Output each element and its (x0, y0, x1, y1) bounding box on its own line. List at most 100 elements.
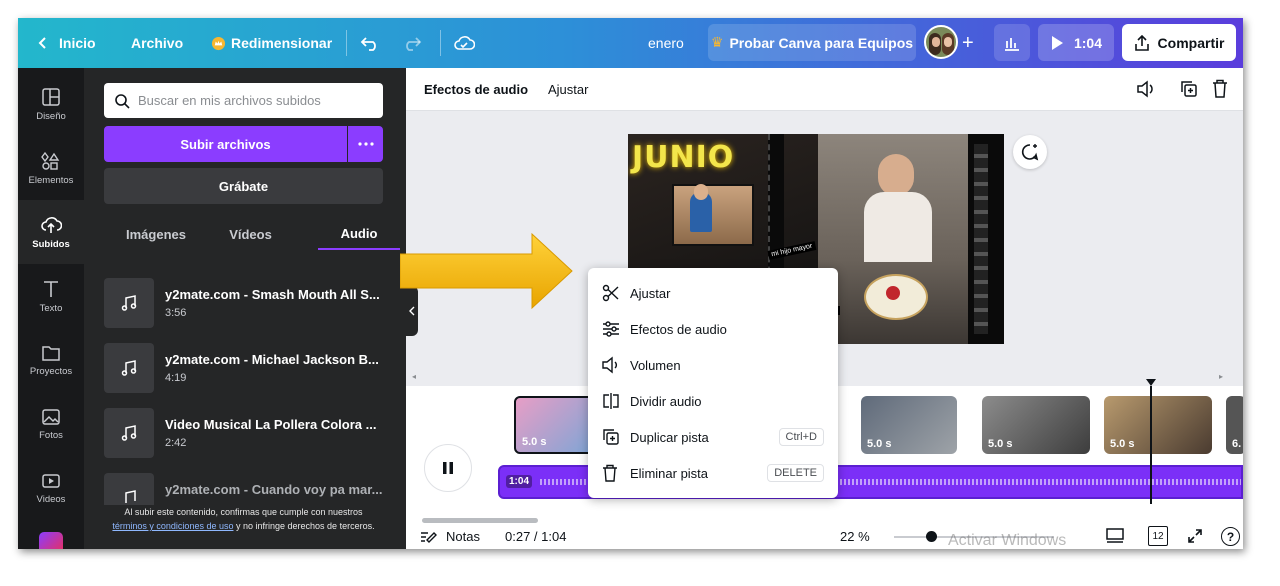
timeline-scrollbar[interactable] (406, 516, 1243, 524)
menu-item-split-audio[interactable]: Dividir audio (588, 383, 838, 419)
comment-button[interactable] (1013, 135, 1047, 169)
tab-label: Vídeos (229, 226, 272, 242)
rail-label: Proyectos (29, 365, 73, 377)
cloud-check-icon (454, 36, 475, 50)
menu-item-delete-track[interactable]: Eliminar pista DELETE (588, 455, 838, 491)
clip-duration: 5.0 s (522, 436, 547, 448)
shortcut-badge: DELETE (767, 464, 824, 482)
track-duration: 3:56 (165, 307, 187, 319)
shortcut-badge: Ctrl+D (778, 428, 824, 446)
audio-effects-label: Efectos de audio (424, 82, 529, 97)
tab-label: Audio (340, 225, 378, 241)
undo-button[interactable] (360, 18, 380, 68)
home-button[interactable]: Inicio (36, 18, 96, 68)
upload-files-button[interactable]: Subir archivos (104, 126, 347, 162)
rail-item-videos[interactable]: Videos (18, 456, 84, 520)
notes-label: Notas (446, 529, 480, 544)
resize-button[interactable]: Redimensionar (211, 18, 332, 68)
rail-label: Diseño (36, 110, 66, 122)
video-icon (42, 473, 60, 488)
list-item[interactable]: y2mate.com - Michael Jackson B... 4:19 (104, 343, 383, 395)
tab-label: Imágenes (126, 226, 186, 242)
search-input[interactable]: Buscar en mis archivos subidos (104, 83, 383, 118)
rail-item-uploads[interactable]: Subidos (18, 200, 84, 264)
volume-button[interactable] (1136, 80, 1156, 103)
rail-label: Videos (36, 493, 66, 505)
page-count: 12 (1152, 530, 1164, 542)
play-button[interactable]: 1:04 (1038, 24, 1114, 61)
pause-button[interactable] (424, 444, 472, 492)
page-count-button[interactable]: 12 (1148, 526, 1168, 546)
try-teams-button[interactable]: ♛ Probar Canva para Equipos (708, 24, 916, 61)
menu-item-audio-effects[interactable]: Efectos de audio (588, 311, 838, 347)
grid-view-button[interactable] (1106, 528, 1124, 547)
menu-item-label: Volumen (630, 357, 681, 373)
instagram-icon[interactable] (39, 532, 63, 549)
menu-item-volume[interactable]: Volumen (588, 347, 838, 383)
bar-chart-icon (1005, 37, 1019, 51)
time-readout: 0:27 / 1:04 (505, 529, 567, 544)
design-name[interactable]: enero (648, 18, 684, 68)
clip-duration: 6. (1232, 438, 1242, 450)
add-collaborator-button[interactable]: + (962, 18, 974, 68)
play-icon (1051, 35, 1063, 50)
speaker-icon (602, 356, 617, 374)
timeline-clip[interactable]: 5.0 s (861, 396, 957, 454)
status-bar: Notas 0:27 / 1:04 22 % Activar Windows 1… (406, 524, 1243, 549)
track-duration: 4:19 (165, 372, 187, 384)
delete-button[interactable] (1212, 79, 1228, 103)
rail-item-text[interactable]: Texto (18, 264, 84, 328)
timeline-clip[interactable]: 6. (1226, 396, 1243, 454)
search-placeholder: Buscar en mis archivos subidos (138, 93, 321, 108)
tab-audio[interactable]: Audio (318, 218, 400, 250)
rail-item-projects[interactable]: Proyectos (18, 328, 84, 392)
upload-terms: Al subir este contenido, confirmas que c… (104, 505, 383, 533)
track-title: y2mate.com - Smash Mouth All S... (165, 287, 380, 302)
sliders-icon (603, 321, 619, 337)
playhead[interactable] (1146, 379, 1156, 504)
rail-item-design[interactable]: Diseño (18, 72, 84, 136)
help-icon[interactable]: ? (1221, 527, 1240, 546)
menu-item-label: Dividir audio (630, 393, 702, 409)
layout-icon (42, 87, 60, 106)
notes-button[interactable]: Notas (420, 524, 480, 549)
list-item[interactable]: Video Musical La Pollera Colora ... 2:42 (104, 408, 383, 460)
fullscreen-button[interactable] (1187, 528, 1203, 547)
duplicate-button[interactable] (1180, 80, 1198, 103)
folder-icon (42, 345, 60, 361)
upload-more-button[interactable] (348, 126, 383, 162)
record-button[interactable]: Grábate (104, 168, 383, 204)
menu-item-adjust[interactable]: Ajustar (588, 275, 838, 311)
analytics-button[interactable] (994, 24, 1030, 61)
zoom-slider-thumb[interactable] (926, 531, 937, 542)
timeline-clip[interactable]: 5.0 s (982, 396, 1090, 454)
undo-icon (360, 37, 376, 51)
crown-icon: ♛ (710, 34, 724, 50)
track-duration: 2:42 (165, 437, 187, 449)
pages-icon (1106, 528, 1124, 543)
rail-item-elements[interactable]: Elementos (18, 136, 84, 200)
save-status-button[interactable] (453, 18, 475, 68)
terms-text: Al subir este contenido, confirmas que c… (124, 507, 363, 517)
redo-button[interactable] (402, 18, 422, 68)
avatar[interactable] (924, 25, 958, 59)
tab-videos[interactable]: Vídeos (208, 218, 293, 250)
menu-item-label: Ajustar (630, 285, 671, 301)
menu-item-duplicate-track[interactable]: Duplicar pista Ctrl+D (588, 419, 838, 455)
adjust-button[interactable]: Ajustar (548, 68, 588, 111)
timeline-clip[interactable]: 5.0 s (1104, 396, 1212, 454)
menu-item-label: Efectos de audio (630, 321, 727, 337)
track-title: y2mate.com - Cuando voy pa mar... (165, 482, 383, 497)
audio-effects-button[interactable]: Efectos de audio (424, 68, 528, 111)
upload-label: Subir archivos (180, 136, 271, 152)
file-menu[interactable]: Archivo (131, 18, 183, 68)
share-button[interactable]: Compartir (1122, 24, 1236, 61)
clip-duration: 5.0 s (867, 438, 892, 450)
music-note-icon (104, 408, 154, 458)
uploads-panel: Buscar en mis archivos subidos Subir arc… (84, 68, 406, 549)
tab-images[interactable]: Imágenes (104, 218, 208, 250)
trash-icon (603, 464, 617, 482)
list-item[interactable]: y2mate.com - Smash Mouth All S... 3:56 (104, 278, 383, 330)
rail-item-photos[interactable]: Fotos (18, 392, 84, 456)
terms-link[interactable]: términos y condiciones de uso (112, 521, 233, 531)
